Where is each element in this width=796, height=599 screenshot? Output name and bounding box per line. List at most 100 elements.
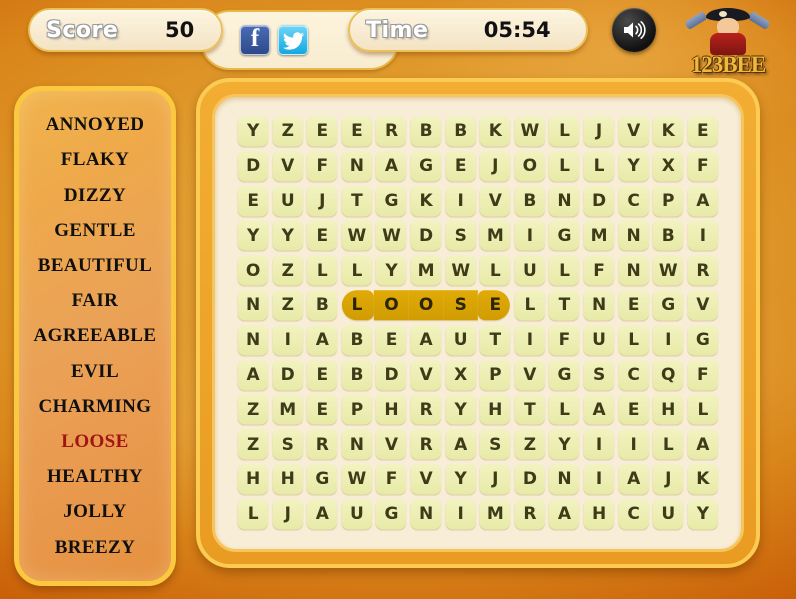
- letter-cell[interactable]: G: [651, 288, 686, 323]
- word-list-item[interactable]: FAIR: [72, 291, 119, 310]
- word-list-item[interactable]: LOOSE: [61, 432, 128, 451]
- letter-cell[interactable]: A: [374, 149, 409, 184]
- letter-cell[interactable]: A: [236, 358, 271, 393]
- letter-cell[interactable]: G: [547, 358, 582, 393]
- letter-cell[interactable]: H: [270, 462, 305, 497]
- letter-cell[interactable]: P: [651, 184, 686, 219]
- letter-cell[interactable]: F: [686, 358, 721, 393]
- letter-cell[interactable]: J: [651, 462, 686, 497]
- letter-cell[interactable]: I: [616, 427, 651, 462]
- letter-cell[interactable]: Z: [513, 427, 548, 462]
- letter-cell[interactable]: F: [374, 462, 409, 497]
- letter-cell[interactable]: Y: [686, 497, 721, 532]
- letter-cell[interactable]: L: [547, 114, 582, 149]
- letter-cell[interactable]: E: [686, 114, 721, 149]
- letter-cell[interactable]: X: [651, 149, 686, 184]
- letter-cell[interactable]: E: [443, 149, 478, 184]
- letter-cell[interactable]: F: [305, 149, 340, 184]
- letter-cell[interactable]: L: [340, 288, 375, 323]
- letter-cell[interactable]: B: [443, 114, 478, 149]
- word-list-item[interactable]: BREEZY: [55, 538, 136, 557]
- letter-cell[interactable]: T: [340, 184, 375, 219]
- letter-cell[interactable]: R: [686, 253, 721, 288]
- letter-cell[interactable]: B: [513, 184, 548, 219]
- word-list-item[interactable]: HEALTHY: [47, 467, 143, 486]
- letter-cell[interactable]: E: [305, 114, 340, 149]
- letter-cell[interactable]: I: [270, 323, 305, 358]
- letter-cell[interactable]: E: [305, 358, 340, 393]
- letter-cell[interactable]: L: [547, 393, 582, 428]
- letter-cell[interactable]: W: [340, 462, 375, 497]
- letter-cell[interactable]: R: [409, 427, 444, 462]
- letter-cell[interactable]: Y: [236, 114, 271, 149]
- letter-cell[interactable]: H: [478, 393, 513, 428]
- word-list-item[interactable]: FLAKY: [61, 150, 130, 169]
- letter-cell[interactable]: L: [513, 288, 548, 323]
- letter-cell[interactable]: I: [582, 462, 617, 497]
- letter-cell[interactable]: E: [478, 288, 513, 323]
- letter-cell[interactable]: M: [582, 219, 617, 254]
- word-list-item[interactable]: BEAUTIFUL: [38, 256, 152, 275]
- letter-cell[interactable]: V: [616, 114, 651, 149]
- letter-cell[interactable]: E: [374, 323, 409, 358]
- letter-cell[interactable]: E: [340, 114, 375, 149]
- letter-cell[interactable]: J: [270, 497, 305, 532]
- word-list-item[interactable]: CHARMING: [39, 397, 152, 416]
- letter-cell[interactable]: S: [443, 288, 478, 323]
- letter-grid[interactable]: YZEERBBKWLJVKEDVFNAGEJOLLYXFEUJTGKIVBNDC…: [236, 114, 720, 532]
- letter-cell[interactable]: R: [374, 114, 409, 149]
- letter-cell[interactable]: K: [686, 462, 721, 497]
- letter-cell[interactable]: Y: [443, 462, 478, 497]
- letter-cell[interactable]: L: [616, 323, 651, 358]
- letter-cell[interactable]: X: [443, 358, 478, 393]
- letter-cell[interactable]: Y: [616, 149, 651, 184]
- letter-cell[interactable]: U: [651, 497, 686, 532]
- letter-cell[interactable]: D: [270, 358, 305, 393]
- letter-cell[interactable]: B: [651, 219, 686, 254]
- letter-cell[interactable]: C: [616, 358, 651, 393]
- letter-cell[interactable]: B: [305, 288, 340, 323]
- letter-cell[interactable]: I: [686, 219, 721, 254]
- brand-logo[interactable]: 123BEE: [676, 2, 780, 77]
- letter-cell[interactable]: T: [547, 288, 582, 323]
- letter-cell[interactable]: K: [651, 114, 686, 149]
- letter-cell[interactable]: L: [236, 497, 271, 532]
- letter-cell[interactable]: A: [547, 497, 582, 532]
- letter-cell[interactable]: G: [374, 497, 409, 532]
- letter-cell[interactable]: B: [340, 358, 375, 393]
- letter-cell[interactable]: Y: [270, 219, 305, 254]
- letter-cell[interactable]: U: [582, 323, 617, 358]
- letter-cell[interactable]: P: [340, 393, 375, 428]
- letter-cell[interactable]: A: [686, 427, 721, 462]
- letter-cell[interactable]: A: [305, 497, 340, 532]
- letter-cell[interactable]: H: [582, 497, 617, 532]
- letter-cell[interactable]: P: [478, 358, 513, 393]
- letter-cell[interactable]: A: [305, 323, 340, 358]
- letter-cell[interactable]: U: [443, 323, 478, 358]
- letter-cell[interactable]: M: [478, 219, 513, 254]
- letter-cell[interactable]: D: [582, 184, 617, 219]
- letter-cell[interactable]: Z: [236, 393, 271, 428]
- letter-cell[interactable]: J: [305, 184, 340, 219]
- letter-cell[interactable]: L: [478, 253, 513, 288]
- letter-cell[interactable]: W: [443, 253, 478, 288]
- letter-cell[interactable]: E: [236, 184, 271, 219]
- facebook-icon[interactable]: [240, 25, 270, 55]
- letter-cell[interactable]: C: [616, 184, 651, 219]
- letter-cell[interactable]: Z: [270, 288, 305, 323]
- letter-cell[interactable]: V: [513, 358, 548, 393]
- letter-cell[interactable]: V: [409, 358, 444, 393]
- letter-cell[interactable]: Y: [547, 427, 582, 462]
- letter-cell[interactable]: K: [478, 114, 513, 149]
- letter-cell[interactable]: L: [582, 149, 617, 184]
- letter-cell[interactable]: G: [374, 184, 409, 219]
- letter-cell[interactable]: L: [547, 149, 582, 184]
- letter-cell[interactable]: O: [236, 253, 271, 288]
- letter-cell[interactable]: N: [340, 149, 375, 184]
- letter-cell[interactable]: T: [478, 323, 513, 358]
- letter-cell[interactable]: D: [236, 149, 271, 184]
- letter-cell[interactable]: Z: [270, 253, 305, 288]
- letter-cell[interactable]: G: [686, 323, 721, 358]
- letter-cell[interactable]: F: [547, 323, 582, 358]
- word-list-item[interactable]: AGREEABLE: [34, 326, 157, 345]
